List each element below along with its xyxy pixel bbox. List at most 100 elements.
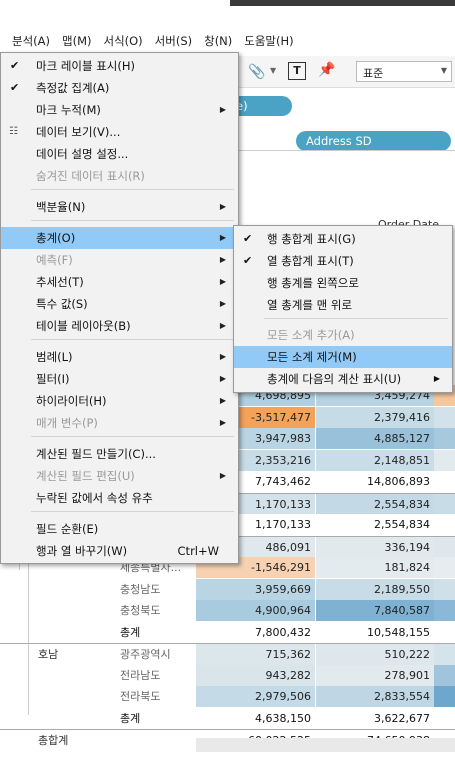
menu-item[interactable]: 계산된 필드 만들기(C)... xyxy=(1,443,238,465)
menu-item-label: 필드 순환(E) xyxy=(36,522,99,536)
menu-item[interactable]: ✔ 측정값 집계(A) xyxy=(1,77,238,99)
table-cell[interactable] xyxy=(434,664,455,686)
table-cell[interactable] xyxy=(434,686,455,707)
table-cell[interactable]: 2,554,834 xyxy=(316,493,434,515)
table-cell[interactable] xyxy=(434,471,455,492)
menu-help[interactable]: 도움말(H) xyxy=(238,30,299,52)
fit-select-value: 표준 xyxy=(363,67,384,80)
menu-item[interactable]: 누락된 값에서 속성 유추 xyxy=(1,487,238,509)
menu-item-label: 숨겨진 데이터 표시(R) xyxy=(36,169,145,183)
menu-item[interactable]: 데이터 설명 설정... xyxy=(1,143,238,165)
table-cell[interactable] xyxy=(434,600,455,621)
menu-item: 매개 변수(P) ▶ xyxy=(1,412,238,434)
table-cell[interactable] xyxy=(434,406,455,428)
menu-item[interactable]: 행과 열 바꾸기(W) Ctrl+W xyxy=(1,540,238,562)
submenu-item[interactable]: 모든 소계 제거(M) xyxy=(234,346,452,368)
checkmark-icon: ✔ xyxy=(10,59,20,72)
table-cell[interactable]: 278,901 xyxy=(316,664,434,686)
table-cell[interactable]: 4,885,127 xyxy=(316,428,434,449)
table-cell[interactable]: 7,800,432 xyxy=(196,621,316,643)
menu-item-label: 행과 열 바꾸기(W) xyxy=(36,544,128,558)
window-chrome-strip xyxy=(230,0,455,6)
menu-item-label: 계산된 필드 편집(U) xyxy=(36,469,135,483)
table-cell[interactable]: 2,554,834 xyxy=(316,514,434,535)
table-cell[interactable] xyxy=(434,493,455,515)
table-cell[interactable] xyxy=(434,644,455,665)
fit-select[interactable]: 표준 ▼ xyxy=(356,61,452,82)
menu-item[interactable]: 총계(O) ▶ xyxy=(1,227,238,249)
chevron-down-icon[interactable]: ▼ xyxy=(270,66,276,75)
horizontal-scrollbar[interactable] xyxy=(196,738,455,752)
province-label xyxy=(120,730,196,751)
table-cell[interactable]: 715,362 xyxy=(196,644,316,665)
menu-item[interactable]: ☷ 데이터 보기(V)... xyxy=(1,121,238,143)
menu-item[interactable]: 필드 순환(E) xyxy=(1,518,238,540)
menu-item[interactable]: ✔ 마크 레이블 표시(H) xyxy=(1,55,238,77)
menu-item[interactable]: 백분율(N) ▶ xyxy=(1,196,238,218)
checkmark-icon: ✔ xyxy=(243,254,253,267)
table-cell[interactable]: 2,189,550 xyxy=(316,578,434,600)
menu-separator xyxy=(31,511,234,512)
table-cell[interactable]: 2,979,506 xyxy=(196,686,316,707)
menu-separator xyxy=(31,436,234,437)
menu-format[interactable]: 서식(O) xyxy=(97,30,148,52)
menu-item[interactable]: 추세선(T) ▶ xyxy=(1,271,238,293)
province-label: 총계 xyxy=(120,625,141,639)
menu-item[interactable]: 테이블 레이아웃(B) ▶ xyxy=(1,315,238,337)
table-cell[interactable] xyxy=(434,536,455,558)
pin-icon[interactable]: 📌 xyxy=(318,62,335,78)
menu-item[interactable]: 필터(I) ▶ xyxy=(1,368,238,390)
table-cell[interactable]: 3,622,677 xyxy=(316,707,434,729)
table-cell[interactable] xyxy=(434,621,455,643)
menu-server[interactable]: 서버(S) xyxy=(149,30,198,52)
menu-item[interactable]: 범례(L) ▶ xyxy=(1,346,238,368)
menu-item-label: 측정값 집계(A) xyxy=(36,81,110,95)
region-label xyxy=(38,665,118,686)
chevron-right-icon: ▶ xyxy=(219,321,226,330)
text-label-icon[interactable]: T xyxy=(288,62,306,80)
table-cell[interactable]: 10,548,155 xyxy=(316,621,434,643)
submenu-item[interactable]: ✔ 행 총합계 표시(G) xyxy=(234,228,452,250)
table-cell[interactable]: 2,148,851 xyxy=(316,449,434,471)
menu-item-label: 테이블 레이아웃(B) xyxy=(36,319,131,333)
chevron-right-icon: ▶ xyxy=(219,299,226,308)
submenu-item[interactable]: 행 총계를 왼쪽으로 xyxy=(234,272,452,294)
table-cell[interactable] xyxy=(434,514,455,535)
menu-item[interactable]: 특수 값(S) ▶ xyxy=(1,293,238,315)
table-cell[interactable] xyxy=(434,707,455,729)
submenu-item[interactable]: 총계에 다음의 계산 표시(U) ▶ xyxy=(234,368,452,390)
menu-item-label: 누락된 값에서 속성 유추 xyxy=(36,491,153,505)
table-cell[interactable]: 510,222 xyxy=(316,644,434,665)
menu-item[interactable]: 마크 누적(M) ▶ xyxy=(1,99,238,121)
chevron-down-icon: ▼ xyxy=(440,66,447,75)
menu-map[interactable]: 맵(M) xyxy=(56,30,97,52)
submenu-item[interactable]: ✔ 열 총합계 표시(T) xyxy=(234,250,452,272)
table-cell[interactable]: 943,282 xyxy=(196,664,316,686)
menu-separator xyxy=(31,189,234,190)
table-cell[interactable] xyxy=(434,557,455,578)
table-cell[interactable]: 14,806,893 xyxy=(316,471,434,492)
table-cell[interactable]: 2,379,416 xyxy=(316,406,434,428)
table-cell[interactable]: 3,959,669 xyxy=(196,578,316,600)
menu-item[interactable]: 하이라이터(H) ▶ xyxy=(1,390,238,412)
table-cell[interactable]: 7,840,587 xyxy=(316,600,434,621)
menu-item-label: 마크 누적(M) xyxy=(36,103,101,117)
submenu-item[interactable]: 열 총계를 맨 위로 xyxy=(234,294,452,316)
paperclip-icon[interactable]: 📎 xyxy=(248,64,265,80)
menu-item: 예측(F) ▶ xyxy=(1,249,238,271)
table-cell[interactable]: 181,824 xyxy=(316,557,434,578)
table-cell[interactable]: 336,194 xyxy=(316,536,434,558)
table-cell[interactable]: 4,638,150 xyxy=(196,707,316,729)
shelf-pill-address[interactable]: Address SD xyxy=(296,131,451,151)
table-row: 전라북도 2,979,506 2,833,554 xyxy=(0,686,455,707)
table-cell[interactable]: 2,833,554 xyxy=(316,686,434,707)
region-label: 호남 xyxy=(38,648,59,661)
table-cell[interactable] xyxy=(434,449,455,471)
menu-analysis[interactable]: 분석(A) xyxy=(6,30,56,52)
table-cell[interactable] xyxy=(434,578,455,600)
submenu-item-label: 행 총합계 표시(G) xyxy=(267,232,356,246)
menu-window[interactable]: 창(N) xyxy=(198,30,238,52)
table-cell[interactable] xyxy=(434,428,455,449)
table-cell[interactable]: 4,900,964 xyxy=(196,600,316,621)
menu-item-label: 마크 레이블 표시(H) xyxy=(36,59,135,73)
